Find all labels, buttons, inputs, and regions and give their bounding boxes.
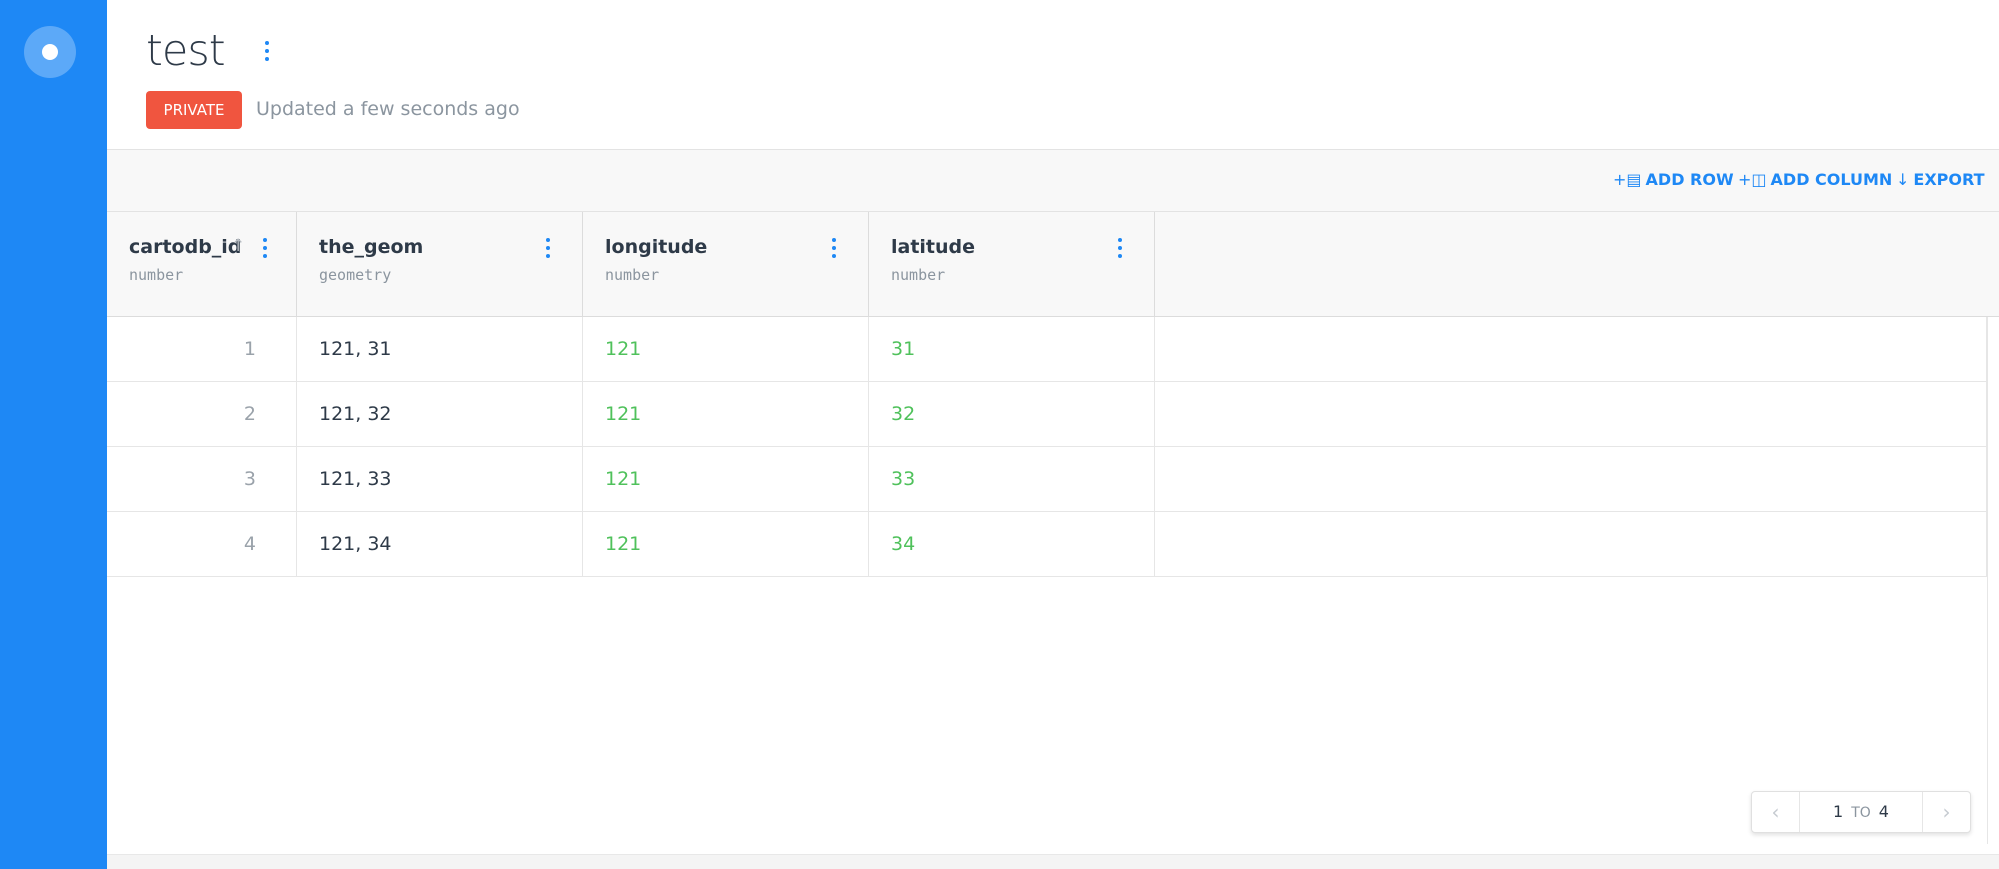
row-filler <box>1155 317 1987 382</box>
column-type: number <box>891 266 946 284</box>
column-menu-icon[interactable] <box>542 238 554 268</box>
column-header-cartodb-id[interactable]: cartodb_id ↑ number <box>107 212 297 317</box>
column-menu-icon[interactable] <box>259 238 271 268</box>
cell-the-geom[interactable]: 121, 34 <box>297 512 583 577</box>
next-page-chevron-icon[interactable]: › <box>1922 792 1970 832</box>
table-toolbar: +▤ ADD ROW +◫ ADD COLUMN ↓ EXPORT <box>107 149 1999 212</box>
cell-the-geom[interactable]: 121, 32 <box>297 382 583 447</box>
logo[interactable] <box>24 26 76 78</box>
cell-the-geom[interactable]: 121, 33 <box>297 447 583 512</box>
updated-status: Updated a few seconds ago <box>256 98 520 120</box>
cell-latitude[interactable]: 32 <box>869 382 1155 447</box>
page-range: 1 TO 4 <box>1800 792 1922 832</box>
cell-cartodb-id[interactable]: 2 <box>107 382 297 447</box>
sort-ascending-icon[interactable]: ↑ <box>231 236 245 256</box>
add-row-label: ADD ROW <box>1645 170 1734 189</box>
column-menu-icon[interactable] <box>828 238 840 268</box>
pagination: ‹ 1 TO 4 › <box>1751 791 1971 833</box>
dataset-options-menu-icon[interactable] <box>257 38 277 68</box>
cell-cartodb-id[interactable]: 4 <box>107 512 297 577</box>
page-to-label: TO <box>1851 805 1871 821</box>
column-header-the-geom[interactable]: the_geom geometry <box>297 212 583 317</box>
column-name: the_geom <box>319 236 424 258</box>
row-filler <box>1155 382 1987 447</box>
page-from: 1 <box>1833 802 1844 821</box>
row-filler <box>1155 512 1987 577</box>
table-row[interactable]: 1 121, 31 121 31 <box>107 317 1987 382</box>
prev-page-chevron-icon[interactable]: ‹ <box>1752 792 1800 832</box>
cell-latitude[interactable]: 33 <box>869 447 1155 512</box>
add-column-icon: +◫ <box>1738 170 1767 189</box>
cell-longitude[interactable]: 121 <box>583 317 869 382</box>
table-header: cartodb_id ↑ number the_geom geometry lo… <box>107 212 1999 317</box>
cell-cartodb-id[interactable]: 1 <box>107 317 297 382</box>
add-column-label: ADD COLUMN <box>1770 170 1893 189</box>
logo-dot-icon <box>42 44 58 60</box>
add-row-icon: +▤ <box>1613 170 1642 189</box>
column-type: geometry <box>319 266 392 284</box>
cell-latitude[interactable]: 31 <box>869 317 1155 382</box>
privacy-badge[interactable]: PRIVATE <box>146 91 242 129</box>
column-header-latitude[interactable]: latitude number <box>869 212 1155 317</box>
table-row[interactable]: 4 121, 34 121 34 <box>107 512 1987 577</box>
export-button[interactable]: ↓ EXPORT <box>1896 170 1985 189</box>
page-title: test <box>146 26 226 76</box>
page-to: 4 <box>1878 802 1889 821</box>
main-content: test PRIVATE Updated a few seconds ago +… <box>107 0 1999 869</box>
table-row[interactable]: 3 121, 33 121 33 <box>107 447 1987 512</box>
cell-latitude[interactable]: 34 <box>869 512 1155 577</box>
download-arrow-icon: ↓ <box>1896 170 1910 189</box>
cell-longitude[interactable]: 121 <box>583 382 869 447</box>
table-row[interactable]: 2 121, 32 121 32 <box>107 382 1987 447</box>
cell-longitude[interactable]: 121 <box>583 447 869 512</box>
column-name: longitude <box>605 236 708 258</box>
row-filler <box>1155 447 1987 512</box>
column-type: number <box>129 266 184 284</box>
column-header-longitude[interactable]: longitude number <box>583 212 869 317</box>
vertical-scrollbar[interactable] <box>1987 317 1999 844</box>
column-type: number <box>605 266 660 284</box>
column-menu-icon[interactable] <box>1114 238 1126 268</box>
column-name: cartodb_id <box>129 236 242 258</box>
export-label: EXPORT <box>1913 170 1985 189</box>
cell-the-geom[interactable]: 121, 31 <box>297 317 583 382</box>
column-name: latitude <box>891 236 976 258</box>
horizontal-scrollbar[interactable] <box>107 854 1999 869</box>
add-row-button[interactable]: +▤ ADD ROW <box>1613 170 1734 189</box>
add-column-button[interactable]: +◫ ADD COLUMN <box>1738 170 1892 189</box>
cell-cartodb-id[interactable]: 3 <box>107 447 297 512</box>
cell-longitude[interactable]: 121 <box>583 512 869 577</box>
sidebar <box>0 0 107 869</box>
